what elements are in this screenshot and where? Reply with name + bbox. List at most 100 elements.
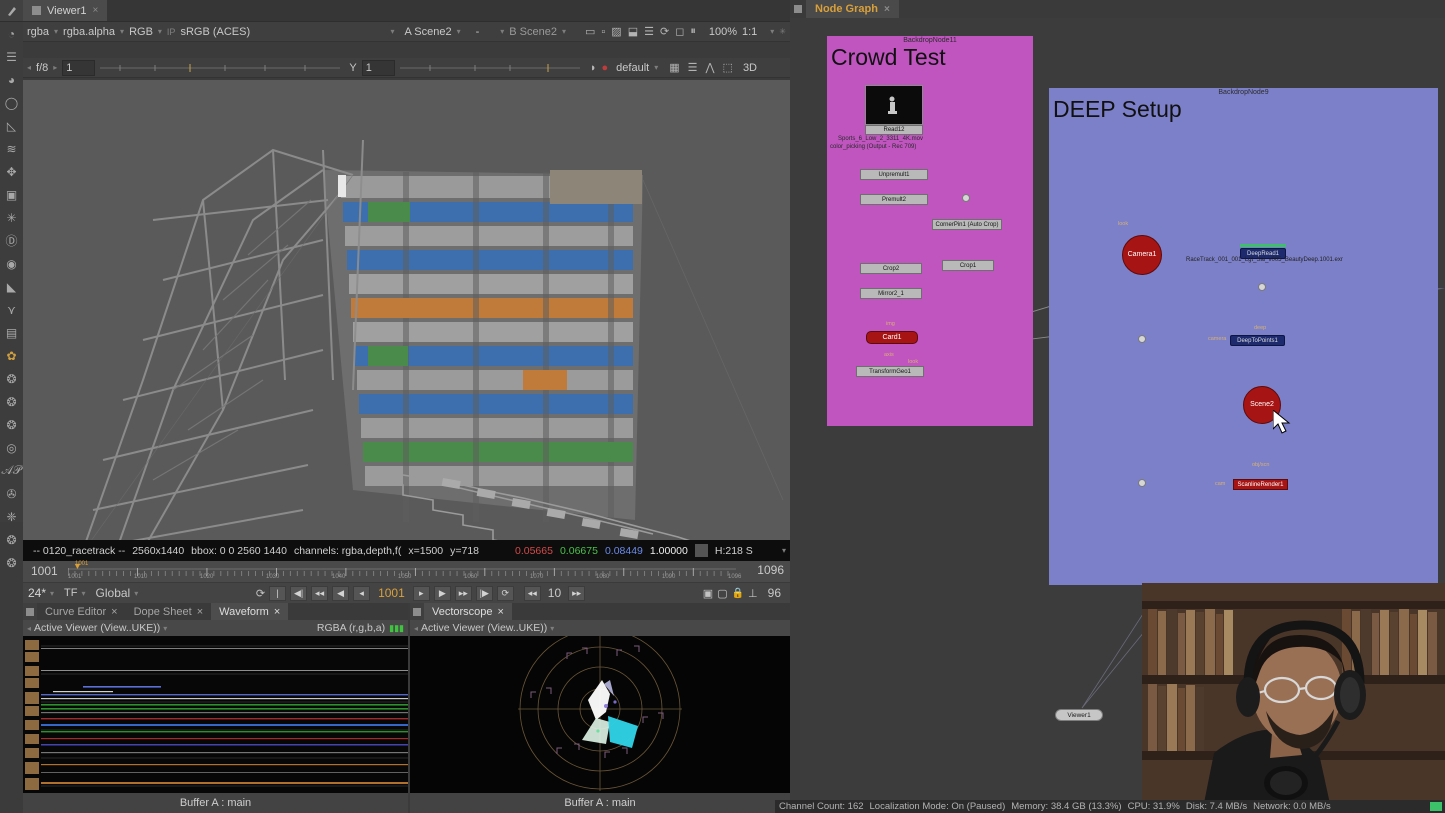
fps-value[interactable]: 24*	[28, 586, 46, 600]
dot-deepread-branch[interactable]	[1258, 283, 1266, 291]
transform-icon[interactable]: ◺	[0, 114, 23, 137]
fps-chevron-icon[interactable]: ▾	[50, 589, 54, 598]
box-icon[interactable]: ▫	[601, 26, 605, 38]
gamma-input[interactable]: 1	[362, 60, 395, 76]
dot-premult-branch[interactable]	[962, 194, 970, 202]
channel-bars-icon[interactable]: ▮▮▮	[389, 623, 404, 634]
dot-camera-branch[interactable]	[1138, 335, 1146, 343]
vectorscope-source-chevron-icon[interactable]: ▾	[550, 624, 554, 633]
menu-icon[interactable]: ☰	[0, 45, 23, 68]
deep-icon[interactable]: ◎	[0, 436, 23, 459]
paint-icon[interactable]: ◣	[0, 275, 23, 298]
loop-icon[interactable]: ⟳	[256, 587, 265, 600]
format-icon[interactable]: ▢	[717, 587, 727, 600]
tab-curve-editor[interactable]: Curve Editor ×	[37, 603, 126, 620]
node-unpremult1[interactable]: Unpremult1	[860, 169, 928, 180]
viewer-canvas[interactable]: Y X	[23, 80, 790, 540]
node-viewer1[interactable]: Viewer1	[1055, 709, 1103, 721]
tab-viewer1[interactable]: Viewer1 ×	[23, 0, 107, 21]
zoom-chevron-icon[interactable]: ▾	[770, 27, 774, 36]
increment-up-button[interactable]: ▸▸	[568, 586, 585, 601]
view-mode[interactable]: 3D	[743, 62, 757, 74]
proxy-mode[interactable]: default	[616, 62, 649, 74]
increment-down-button[interactable]: ◂◂	[524, 586, 541, 601]
curve-icon[interactable]: ⋀	[706, 61, 715, 74]
step-back-button[interactable]: ◂◂	[311, 586, 328, 601]
image-icon[interactable]: ▤	[0, 321, 23, 344]
node-icon-1[interactable]: ❂	[0, 367, 23, 390]
info-chevron-icon[interactable]: ▾	[782, 546, 786, 555]
ap-icon[interactable]: 𝒜𝒫	[0, 459, 23, 482]
close-icon-dope[interactable]: ×	[197, 606, 203, 618]
node-read12-thumbnail[interactable]	[865, 85, 923, 125]
close-icon-node-graph[interactable]: ×	[884, 4, 890, 15]
waveform-source[interactable]: Active Viewer (View..UKE))	[34, 622, 160, 634]
gain-input[interactable]: 1	[62, 60, 95, 76]
star-icon[interactable]: ✳	[0, 206, 23, 229]
gizmo-icon[interactable]: ❈	[0, 505, 23, 528]
gamma-slider[interactable]	[400, 62, 580, 74]
flush-icon[interactable]: ⊥	[748, 587, 758, 600]
input-mix-chevron-icon[interactable]: ▾	[500, 27, 504, 36]
zoom-level[interactable]: 100%	[709, 26, 737, 38]
list-icon[interactable]: ☰	[644, 25, 654, 38]
vectorscope-source-arrow-icon[interactable]: ◂	[414, 624, 418, 633]
gain-left-arrow-icon[interactable]: ◂	[27, 63, 31, 72]
node-card1[interactable]: Card1	[866, 331, 918, 344]
node-scanlinerender1[interactable]: ScanlineRender1	[1233, 479, 1288, 490]
chevron-down-icon[interactable]: ▾	[54, 27, 58, 36]
globe-icon[interactable]: ✇	[0, 482, 23, 505]
timeline-ruler[interactable]: 1001 ▼ 1001 1096 10011010102010301040105…	[23, 561, 790, 583]
proxy-chevron-icon[interactable]: ▾	[654, 63, 658, 72]
gain-right-arrow-icon[interactable]: ▸	[53, 63, 57, 72]
node-deeptopoints1[interactable]: DeepToPoints1	[1230, 335, 1285, 346]
vectorscope-display[interactable]	[410, 636, 790, 793]
tab-waveform[interactable]: Waveform ×	[211, 603, 288, 620]
chevron-down-icon-3[interactable]: ▾	[158, 27, 162, 36]
waveform-source-arrow-icon[interactable]: ◂	[27, 624, 31, 633]
clock-icon[interactable]: ◔	[0, 22, 23, 45]
pixel-ratio[interactable]: 1:1	[742, 26, 757, 38]
node-crop2[interactable]: Crop2	[860, 263, 922, 274]
record-icon[interactable]: ●	[602, 62, 609, 74]
eye-icon[interactable]: ◉	[0, 252, 23, 275]
close-icon-waveform[interactable]: ×	[274, 606, 280, 618]
keyer-icon[interactable]: ⋎	[0, 298, 23, 321]
node-mirror2-1[interactable]: Mirror2_1	[860, 288, 922, 299]
timecode-mode[interactable]: TF	[64, 587, 77, 599]
timecode-chevron-icon[interactable]: ▾	[82, 589, 86, 598]
chevron-down-icon-2[interactable]: ▾	[120, 27, 124, 36]
colorspace-selector[interactable]: sRGB (ACES)	[180, 26, 250, 38]
goto-end-button[interactable]: |▶	[476, 586, 493, 601]
waveform-display[interactable]	[23, 636, 408, 793]
other-icon-1[interactable]: ❂	[0, 528, 23, 551]
alpha-channel-selector[interactable]: rgba.alpha	[63, 26, 115, 38]
play-backward-button[interactable]: ◀	[332, 586, 349, 601]
circle-icon[interactable]: ◯	[0, 91, 23, 114]
loop-mode-button[interactable]: ⟳	[497, 586, 514, 601]
close-icon[interactable]: ×	[93, 5, 99, 16]
node-transformgeo1[interactable]: TransformGeo1	[856, 366, 924, 377]
playback-frame[interactable]: 1001	[378, 586, 405, 600]
input-a-selector[interactable]: A Scene2	[404, 26, 451, 38]
close-icon-vectorscope[interactable]: ×	[498, 606, 504, 618]
range-chevron-icon[interactable]: ▾	[134, 589, 138, 598]
node-crop1[interactable]: Crop1	[942, 260, 994, 271]
input-b-selector[interactable]: B Scene2	[509, 26, 557, 38]
refresh-icon[interactable]: ⟳	[660, 25, 669, 38]
node-icon-3[interactable]: ❂	[0, 413, 23, 436]
color-wheel-icon[interactable]: ◕	[0, 68, 23, 91]
goto-start-button[interactable]: |	[269, 586, 286, 601]
frame-icon[interactable]: ⬚	[723, 61, 733, 74]
range-mode[interactable]: Global	[96, 586, 131, 600]
display-mode-selector[interactable]: RGB	[129, 26, 153, 38]
book-icon[interactable]: ▦	[669, 61, 679, 74]
move-icon[interactable]: ✥	[0, 160, 23, 183]
tab-vectorscope[interactable]: Vectorscope ×	[424, 603, 512, 620]
align-icon[interactable]: ☰	[688, 61, 698, 74]
close-icon-curve[interactable]: ×	[111, 606, 117, 618]
input-b-chevron-icon[interactable]: ▾	[562, 27, 566, 36]
frame-back-button[interactable]: ◂	[353, 586, 370, 601]
node-read12[interactable]: Read12	[865, 125, 923, 135]
prev-keyframe-button[interactable]: ◀|	[290, 586, 307, 601]
